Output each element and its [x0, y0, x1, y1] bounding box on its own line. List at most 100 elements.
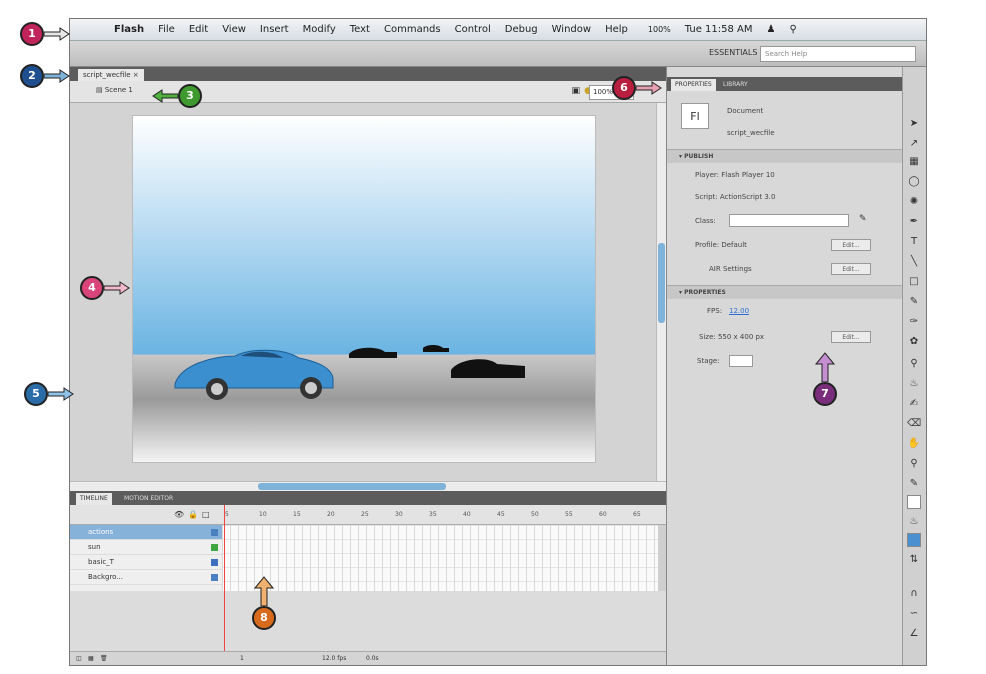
menu-insert[interactable]: Insert	[260, 24, 289, 35]
new-folder-icon[interactable]: ▦	[88, 652, 94, 666]
playhead[interactable]	[224, 505, 225, 653]
user-icon[interactable]: ♟	[767, 24, 776, 35]
class-input[interactable]	[729, 214, 849, 227]
air-edit-button[interactable]: Edit...	[831, 263, 871, 275]
menu-window[interactable]: Window	[552, 24, 591, 35]
menu-modify[interactable]: Modify	[303, 24, 336, 35]
arrow-right-icon	[104, 281, 130, 295]
pen-tool-icon[interactable]: ✒	[907, 215, 921, 229]
fps-value[interactable]: 12.00	[729, 307, 749, 315]
stage-horizontal-scrollbar[interactable]	[70, 481, 666, 491]
properties-section-header[interactable]: ▾ PROPERTIES	[667, 285, 903, 299]
properties-panel: PROPERTIES LIBRARY Fl Document script_we…	[666, 67, 903, 665]
straighten-icon[interactable]: ∠	[907, 627, 921, 641]
frame-grid[interactable]	[222, 525, 658, 591]
text-tool-icon[interactable]: T	[907, 235, 921, 249]
size-edit-button[interactable]: Edit...	[831, 331, 871, 343]
frame-ruler[interactable]: 5 10 15 20 25 30 35 40 45 50 55 60 65	[225, 511, 667, 518]
menu-flash[interactable]: Flash	[114, 24, 144, 35]
layer-row[interactable]: basic_T	[70, 555, 222, 570]
layer-row[interactable]: actions	[70, 525, 222, 540]
menu-control[interactable]: Control	[455, 24, 491, 35]
swap-colors-icon[interactable]: ⇅	[907, 553, 921, 567]
zoom-tool-icon[interactable]: ⚲	[907, 457, 921, 471]
stage-color-swatch[interactable]	[729, 355, 753, 367]
subselection-tool-icon[interactable]: ↗	[907, 137, 921, 151]
eye-icon[interactable]: 👁	[174, 510, 184, 519]
close-icon[interactable]: ×	[133, 71, 139, 79]
callout-6: 6	[612, 76, 662, 100]
fill-color-icon[interactable]: ♨	[907, 515, 921, 529]
menu-commands[interactable]: Commands	[384, 24, 441, 35]
flash-window: Flash File Edit View Insert Modify Text …	[69, 18, 927, 666]
snap-to-objects-icon[interactable]: ∩	[907, 587, 921, 601]
eyedropper-tool-icon[interactable]: ✍	[907, 397, 921, 411]
callout-1: 1	[20, 22, 70, 46]
distant-car-silhouette[interactable]	[349, 347, 397, 358]
timeline-status-bar: ◫ ▦ 🗑 1 12.0 fps 0.0s	[70, 651, 666, 665]
battery-status[interactable]: 100%	[648, 25, 671, 34]
menu-text[interactable]: Text	[350, 24, 370, 35]
delete-layer-icon[interactable]: 🗑	[100, 652, 108, 666]
layer-row[interactable]: sun	[70, 540, 222, 555]
callout-badge: 7	[813, 382, 837, 406]
menu-view[interactable]: View	[222, 24, 246, 35]
stroke-color-swatch[interactable]	[907, 495, 921, 509]
dark-car-silhouette[interactable]	[451, 359, 525, 378]
tab-properties[interactable]: PROPERTIES	[671, 79, 716, 91]
free-transform-tool-icon[interactable]: ▦	[907, 155, 921, 169]
workspace-switcher[interactable]: ESSENTIALS ▾	[709, 48, 764, 57]
tab-library[interactable]: LIBRARY	[719, 79, 752, 91]
document-icon: Fl	[681, 103, 709, 129]
hand-tool-icon[interactable]: ✋	[907, 437, 921, 451]
rectangle-tool-icon[interactable]: □	[907, 275, 921, 289]
eraser-tool-icon[interactable]: ⌫	[907, 417, 921, 431]
smooth-icon[interactable]: ∽	[907, 607, 921, 621]
menu-help[interactable]: Help	[605, 24, 628, 35]
new-layer-icon[interactable]: ◫	[76, 652, 82, 666]
callout-badge: 2	[20, 64, 44, 88]
deco-tool-icon[interactable]: ✿	[907, 335, 921, 349]
line-tool-icon[interactable]: ╲	[907, 255, 921, 269]
current-frame: 1	[240, 655, 244, 662]
frame-number: 5	[225, 511, 229, 518]
menu-edit[interactable]: Edit	[189, 24, 208, 35]
menubar-clock[interactable]: Tue 11:58 AM	[685, 24, 753, 35]
3d-rotation-tool-icon[interactable]: ◯	[907, 175, 921, 189]
fill-color-swatch[interactable]	[907, 533, 921, 547]
callout-badge: 5	[24, 382, 48, 406]
tab-timeline[interactable]: TIMELINE	[76, 493, 112, 505]
profile-edit-button[interactable]: Edit...	[831, 239, 871, 251]
pencil-icon[interactable]: ✎	[859, 214, 867, 224]
tab-motion-editor[interactable]: MOTION EDITOR	[120, 493, 177, 505]
stage-vertical-scrollbar[interactable]	[656, 103, 666, 481]
pencil-tool-icon[interactable]: ✎	[907, 295, 921, 309]
callout-badge: 3	[178, 84, 202, 108]
bone-tool-icon[interactable]: ⚲	[907, 357, 921, 371]
lasso-tool-icon[interactable]: ✺	[907, 195, 921, 209]
edit-scene-icon[interactable]: ▣	[571, 86, 580, 96]
help-search-input[interactable]: Search Help	[760, 46, 916, 62]
stage[interactable]	[132, 115, 596, 463]
blue-car[interactable]	[174, 349, 334, 400]
menu-debug[interactable]: Debug	[505, 24, 538, 35]
lock-icon[interactable]: 🔒	[188, 510, 198, 519]
scroll-thumb[interactable]	[658, 243, 665, 323]
arrow-right-icon	[44, 27, 70, 41]
document-tab[interactable]: script_wecfile ×	[78, 69, 144, 81]
distant-car-silhouette-small[interactable]	[423, 345, 449, 352]
player-info: Player: Flash Player 10	[695, 171, 775, 179]
stroke-color-icon[interactable]: ✎	[907, 477, 921, 491]
menu-file[interactable]: File	[158, 24, 175, 35]
scene-breadcrumb[interactable]: ▤ Scene 1	[96, 86, 133, 94]
outline-icon[interactable]: □	[202, 510, 210, 519]
selection-tool-icon[interactable]: ➤	[907, 117, 921, 131]
brush-tool-icon[interactable]: ✑	[907, 315, 921, 329]
paint-bucket-tool-icon[interactable]: ♨	[907, 377, 921, 391]
spotlight-icon[interactable]: ⚲	[789, 24, 796, 35]
tools-panel: ➤ ↗ ▦ ◯ ✺ ✒ T ╲ □ ✎ ✑ ✿ ⚲ ♨ ✍ ⌫ ✋ ⚲ ✎ ♨ …	[902, 67, 926, 665]
publish-section-header[interactable]: ▾ PUBLISH	[667, 149, 903, 163]
frame-number: 20	[327, 511, 335, 518]
layer-row[interactable]: Backgro...	[70, 570, 222, 585]
scroll-thumb[interactable]	[258, 483, 446, 490]
